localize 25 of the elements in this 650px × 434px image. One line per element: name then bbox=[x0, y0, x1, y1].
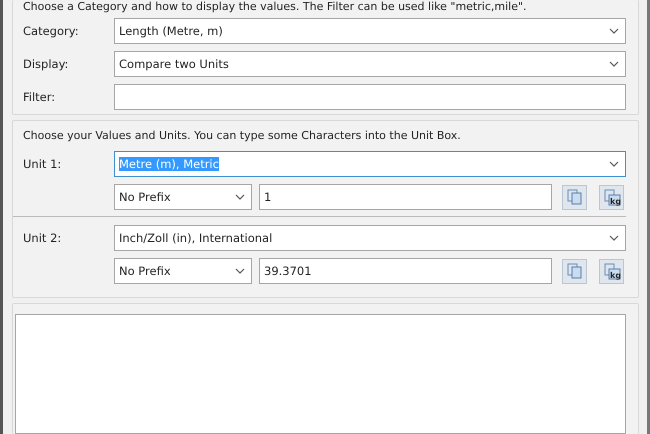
copy-button[interactable] bbox=[562, 258, 587, 284]
field-label: Category: bbox=[23, 24, 80, 38]
field-label: Unit 1: bbox=[23, 157, 62, 171]
field-label: Filter: bbox=[23, 90, 56, 104]
input-field[interactable]: 1 bbox=[259, 184, 552, 210]
input-field[interactable]: 39.3701 bbox=[259, 258, 552, 284]
copy-button[interactable] bbox=[562, 184, 587, 210]
caret-icon bbox=[609, 161, 619, 167]
instruction-text: Choose your Values and Units. You can type some Characters into the Unit Box. bbox=[23, 129, 462, 144]
dropdown[interactable]: No Prefix bbox=[114, 184, 252, 210]
dropdown[interactable]: No Prefix bbox=[114, 258, 252, 284]
dropdown[interactable]: Compare two Units bbox=[114, 51, 626, 77]
field-label: Unit 2: bbox=[23, 231, 62, 245]
dropdown[interactable]: Inch/Zoll (in), International bbox=[114, 225, 626, 251]
dropdown[interactable]: Length (Metre, m) bbox=[114, 18, 626, 44]
caret-icon bbox=[609, 235, 619, 241]
instruction-text: Choose a Category and how to display the values. The Filter can be used like "metric,mile". bbox=[23, 0, 528, 15]
caret-icon bbox=[235, 194, 245, 200]
field-label: Display: bbox=[23, 57, 70, 71]
caret-icon bbox=[609, 61, 619, 67]
caret-icon bbox=[609, 28, 619, 34]
copy-icon bbox=[566, 262, 584, 280]
copy-icon bbox=[566, 188, 584, 206]
input-field[interactable] bbox=[114, 84, 626, 110]
caret-icon bbox=[235, 268, 245, 274]
